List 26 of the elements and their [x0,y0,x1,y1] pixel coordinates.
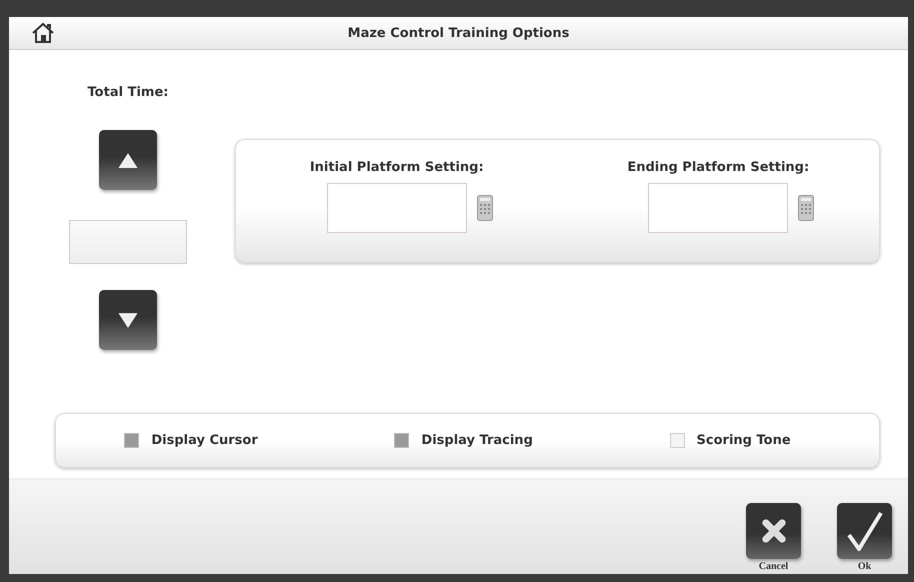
keypad-icon[interactable] [798,195,814,221]
close-icon [760,517,788,545]
total-time-field[interactable] [69,220,187,264]
platform-setting-label: Initial Platform Setting: [310,160,484,175]
option-label: Display Cursor [151,433,258,448]
checkbox[interactable] [394,433,410,448]
window-title: Maze Control Training Options [346,26,570,40]
keypad-icon[interactable] [476,195,493,221]
up-triangle-icon [117,152,139,168]
increase-button[interactable] [99,130,157,190]
platform-setting-field[interactable] [648,183,788,233]
total-time-label: Total Time: [88,85,168,100]
ok-button[interactable] [837,503,892,559]
cancel-button[interactable] [746,503,801,559]
platform-setting-field[interactable] [326,183,467,233]
button-label: Cancel [758,561,788,572]
checkmark-icon [844,509,884,553]
option-label: Scoring Tone [696,433,791,448]
button-label: Ok [858,561,872,572]
decrease-button[interactable] [99,290,157,350]
home-icon[interactable] [31,22,55,44]
checkbox[interactable] [124,433,140,448]
option-label: Display Tracing [421,433,533,448]
down-triangle-icon [117,312,139,328]
platform-setting-label: Ending Platform Setting: [627,160,810,175]
checkbox[interactable] [670,433,685,448]
